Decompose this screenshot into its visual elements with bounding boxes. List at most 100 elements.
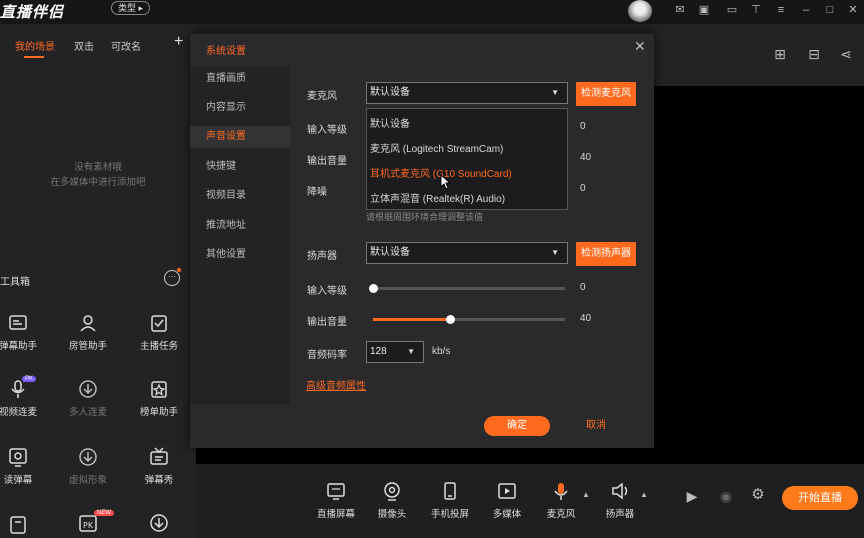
mic-label: 麦克风 (307, 91, 337, 102)
mic-output-volume-label: 输出音量 (307, 156, 347, 167)
live-screen-button[interactable]: 直播屏幕 (312, 480, 360, 520)
tool-multi-mic[interactable]: 多人连麦 (56, 378, 120, 418)
nav-video-directory[interactable]: 视频目录 (190, 185, 290, 207)
microphone-icon (554, 483, 568, 500)
tool-read-danmaku[interactable]: 读弹幕 (0, 446, 50, 486)
tv-icon (150, 447, 168, 465)
gift-icon[interactable]: ⊞ (772, 47, 788, 64)
notification-dot (177, 268, 181, 272)
tool-video-mic[interactable]: PK 视频连麦 (0, 376, 50, 418)
mic-output-volume-value: 40 (580, 152, 592, 163)
mail-icon[interactable]: ✉ (674, 4, 686, 16)
preview-canvas[interactable] (652, 86, 864, 464)
read-danmaku-icon (9, 448, 27, 467)
download-icon (79, 448, 97, 466)
avatar[interactable] (628, 0, 652, 22)
layout-icon[interactable]: ⊟ (806, 47, 822, 64)
tool-label: 弹幕秀 (144, 475, 174, 486)
shirt-icon[interactable]: ⊤ (750, 4, 762, 16)
speaker-select[interactable]: 默认设备 ▼ (366, 242, 568, 264)
media-icon (498, 483, 516, 499)
active-tab-indicator (24, 56, 44, 58)
more-icon[interactable]: ··· (164, 270, 180, 286)
slider-fill (373, 318, 450, 321)
nav-video-quality[interactable]: 直播画质 (190, 68, 290, 90)
noise-reduction-label: 降噪 (307, 187, 327, 198)
tool-streamer-task[interactable]: 主播任务 (127, 312, 191, 352)
speaker-options-caret-icon[interactable]: ▲ (640, 490, 648, 499)
feedback-icon[interactable]: ▣ (698, 4, 710, 16)
multimedia-button[interactable]: 多媒体 (483, 480, 531, 520)
tab-scene-3[interactable]: 可改名 (111, 38, 141, 53)
chevron-down-icon: ▼ (551, 248, 559, 257)
tool-item-10[interactable] (0, 514, 50, 536)
nav-other-settings[interactable]: 其他设置 (190, 244, 290, 266)
empty-hint-title: 没有素材哦 (74, 162, 122, 173)
tool-label: 读弹幕 (3, 475, 33, 486)
minimize-icon[interactable]: – (800, 4, 812, 16)
tool-virtual-avatar[interactable]: 虚拟形象 (56, 446, 120, 486)
start-live-button[interactable]: 开始直播 (782, 486, 858, 510)
mic-option-default[interactable]: 默认设备 (370, 115, 410, 130)
nav-sound-settings[interactable]: 声音设置 (190, 126, 290, 148)
gear-icon[interactable]: ⚙ (750, 487, 766, 505)
tab-my-scenes[interactable]: 我的场景 (15, 38, 55, 53)
mic-input-level-label: 输入等级 (307, 125, 347, 136)
advanced-audio-link[interactable]: 高级音频属性 (306, 377, 366, 392)
nav-stream-url[interactable]: 推流地址 (190, 215, 290, 237)
close-icon[interactable]: ✕ (634, 38, 646, 55)
new-badge: NEW (94, 510, 114, 516)
speaker-icon (612, 482, 628, 500)
room-manager-icon (80, 315, 96, 332)
phone-cast-button[interactable]: 手机投屏 (426, 480, 474, 520)
record-icon[interactable]: ▶ (684, 489, 700, 506)
noise-reduction-value: 0 (580, 183, 586, 194)
mic-option-logitech[interactable]: 麦克风 (Logitech StreamCam) (370, 140, 503, 155)
tool-danmaku-helper[interactable]: 弹幕助手 (0, 312, 50, 352)
microphone-button[interactable]: 麦克风 (537, 480, 585, 520)
nav-hotkeys[interactable]: 快捷键 (190, 156, 290, 178)
close-icon[interactable]: ✕ (847, 4, 859, 16)
detect-speaker-button[interactable]: 检测扬声器 (576, 242, 636, 266)
tool-label: 主播任务 (139, 341, 178, 352)
screen-icon[interactable]: ▭ (726, 4, 738, 16)
eye-icon[interactable]: ◉ (718, 489, 734, 506)
tool-icon (10, 516, 26, 534)
tool-item-12[interactable] (127, 512, 191, 534)
detect-mic-button[interactable]: 检测麦克风 (576, 82, 636, 106)
slider-knob[interactable] (369, 284, 378, 293)
type-button[interactable]: 类型 ▸ (111, 1, 151, 15)
tab-scene-2[interactable]: 双击 (74, 38, 94, 53)
phone-cast-label: 手机投屏 (430, 509, 469, 520)
pk-badge: PK (22, 376, 37, 382)
maximize-icon[interactable]: □ (824, 4, 836, 16)
task-icon (151, 315, 167, 332)
nav-content-display[interactable]: 内容显示 (190, 97, 290, 119)
add-scene-icon[interactable]: + (174, 33, 183, 51)
speaker-output-volume-slider[interactable] (373, 315, 565, 324)
menu-icon[interactable]: ≡ (775, 4, 787, 16)
bitrate-unit: kb/s (432, 346, 451, 357)
tool-ranking[interactable]: 榜单助手 (127, 378, 191, 418)
ok-button[interactable]: 确定 (484, 416, 550, 436)
tool-danmaku-show[interactable]: 弹幕秀 (127, 446, 191, 486)
camera-icon (384, 482, 400, 501)
download-icon (150, 514, 168, 532)
speaker-device-label: 扬声器 (307, 251, 337, 262)
camera-button[interactable]: 摄像头 (368, 480, 416, 520)
speaker-input-level-slider[interactable] (369, 284, 565, 293)
microphone-label: 麦克风 (546, 509, 576, 520)
monitor-icon (327, 483, 345, 500)
cancel-button[interactable]: 取消 (586, 416, 606, 436)
chevron-down-icon: ▼ (551, 88, 559, 97)
slider-knob[interactable] (445, 315, 455, 324)
mic-options-caret-icon[interactable]: ▲ (582, 490, 590, 499)
settings-dialog: 系统设置 ✕ 直播画质 内容显示 声音设置 快捷键 视频目录 推流地址 其他设置… (190, 34, 654, 448)
speaker-button[interactable]: 扬声器 (596, 480, 644, 520)
share-icon[interactable]: ⋖ (838, 47, 854, 64)
mic-select[interactable]: 默认设备 ▼ (366, 82, 568, 104)
tool-room-manager[interactable]: 房管助手 (56, 312, 120, 352)
bitrate-select[interactable]: 128 ▼ (366, 341, 424, 363)
tool-item-11[interactable]: PK NEW (56, 510, 120, 534)
mic-option-stereo-mix[interactable]: 立体声混音 (Realtek(R) Audio) (370, 190, 505, 205)
